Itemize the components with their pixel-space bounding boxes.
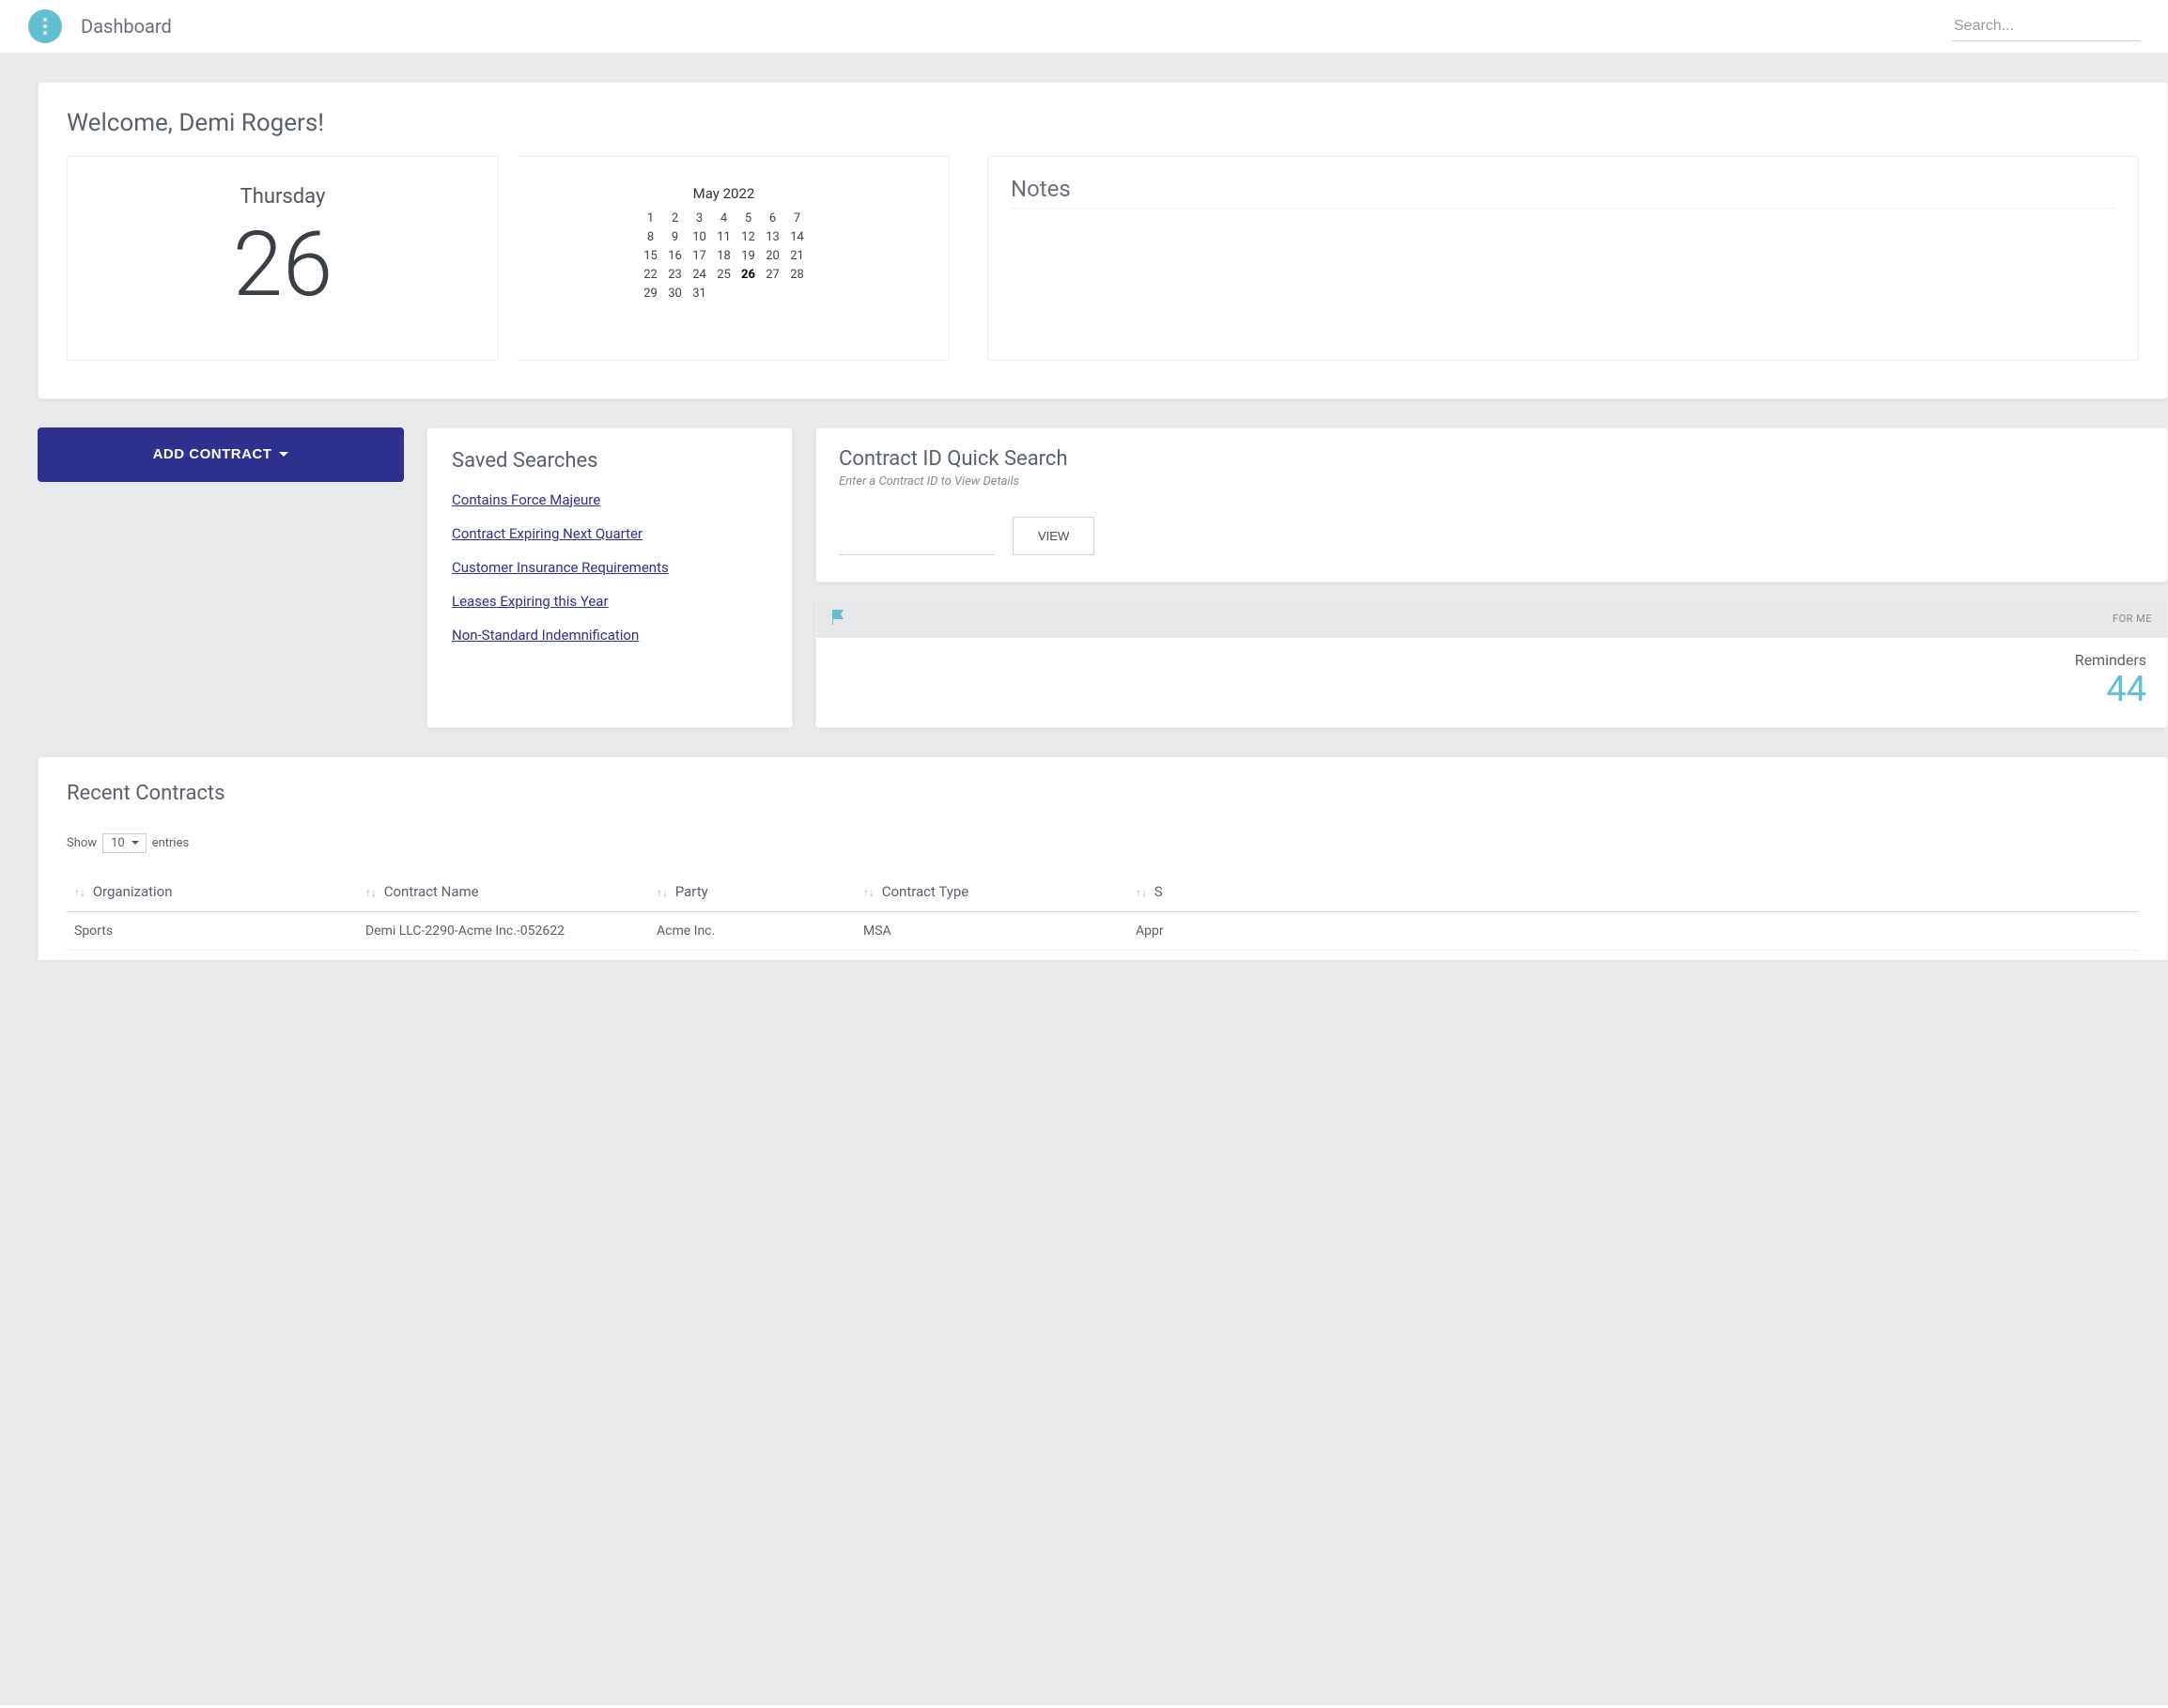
calendar-day[interactable]: 29 [641,287,661,301]
calendar-day[interactable]: 3 [689,211,710,225]
calendar-day[interactable]: 13 [763,230,783,244]
sort-icon: ↑↓ [1136,886,1147,899]
sort-icon: ↑↓ [657,886,668,899]
add-contract-button[interactable]: ADD CONTRACT [38,427,404,482]
table-cell: Demi LLC-2290-Acme Inc.-052622 [358,911,649,950]
table-header[interactable]: ↑↓ Party [649,872,856,912]
calendar-day[interactable]: 12 [738,230,759,244]
calendar-day[interactable]: 19 [738,249,759,263]
reminders-for-me-label: FOR ME [2113,613,2152,625]
quick-search-card: Contract ID Quick Search Enter a Contrac… [815,427,2168,582]
calendar-day[interactable]: 5 [738,211,759,225]
calendar-day[interactable]: 17 [689,249,710,263]
welcome-greeting: Welcome, Demi Rogers! [67,109,2139,137]
calendar-day[interactable]: 9 [665,230,686,244]
today-panel: Thursday 26 [67,156,499,361]
search-input[interactable] [1952,12,2140,41]
calendar-day[interactable]: 23 [665,268,686,282]
saved-searches-title: Saved Searches [452,449,767,473]
saved-search-link[interactable]: Customer Insurance Requirements [452,559,767,576]
saved-search-link[interactable]: Leases Expiring this Year [452,593,767,610]
notes-title: Notes [1011,176,2115,209]
table-header[interactable]: ↑↓ S [1128,872,2139,912]
calendar-panel: May 2022 1234567891011121314151617181920… [518,156,950,361]
calendar-day[interactable]: 10 [689,230,710,244]
table-cell: Acme Inc. [649,911,856,950]
more-vertical-icon[interactable] [28,9,62,43]
page-size-select[interactable]: 10 [102,833,147,853]
calendar-day[interactable]: 2 [665,211,686,225]
calendar-day[interactable]: 30 [665,287,686,301]
calendar-day[interactable]: 31 [689,287,710,301]
calendar-day[interactable]: 21 [787,249,808,263]
calendar-day[interactable]: 11 [714,230,735,244]
calendar-month-label: May 2022 [527,185,921,202]
table-row[interactable]: SportsDemi LLC-2290-Acme Inc.-052622Acme… [67,911,2139,950]
calendar-day[interactable]: 22 [641,268,661,282]
table-header[interactable]: ↑↓ Contract Name [358,872,649,912]
today-day-name: Thursday [77,185,488,209]
calendar-day[interactable]: 26 [738,268,759,282]
flag-icon [831,610,844,629]
reminders-count: 44 [837,669,2146,710]
table-header[interactable]: ↑↓ Organization [67,872,358,912]
sort-icon: ↑↓ [863,886,875,899]
saved-searches-list: Contains Force Majeure Contract Expiring … [452,491,767,644]
caret-down-icon [279,452,288,457]
view-button[interactable]: VIEW [1013,517,1094,555]
saved-search-link[interactable]: Contract Expiring Next Quarter [452,525,767,542]
saved-search-link[interactable]: Contains Force Majeure [452,491,767,508]
quick-search-title: Contract ID Quick Search [839,447,2145,471]
recent-contracts-table: ↑↓ Organization↑↓ Contract Name↑↓ Party↑… [67,872,2139,951]
show-label: Show [67,836,97,850]
calendar-day[interactable]: 6 [763,211,783,225]
table-cell: Appr [1128,911,2139,950]
calendar-day[interactable]: 28 [787,268,808,282]
table-cell: Sports [67,911,358,950]
calendar-day[interactable]: 20 [763,249,783,263]
today-day-number: 26 [77,218,488,313]
calendar-day[interactable]: 24 [689,268,710,282]
sort-icon: ↑↓ [365,886,377,899]
table-cell: MSA [856,911,1128,950]
sort-icon: ↑↓ [74,886,85,899]
welcome-card: Welcome, Demi Rogers! Thursday 26 May 20… [38,82,2168,399]
calendar-day[interactable]: 4 [714,211,735,225]
table-header[interactable]: ↑↓ Contract Type [856,872,1128,912]
calendar-day[interactable]: 8 [641,230,661,244]
reminders-card[interactable]: FOR ME Reminders 44 [815,599,2168,728]
calendar-day[interactable]: 25 [714,268,735,282]
calendar-day[interactable]: 14 [787,230,808,244]
page-title: Dashboard [81,15,1952,38]
calendar-day[interactable]: 18 [714,249,735,263]
saved-searches-card: Saved Searches Contains Force MajeureCon… [426,427,793,728]
recent-contracts-title: Recent Contracts [67,782,2139,805]
calendar-grid: 1234567891011121314151617181920212223242… [527,211,921,301]
saved-search-link[interactable]: Non-Standard Indemnification [452,627,767,644]
calendar-day[interactable]: 16 [665,249,686,263]
contract-id-input[interactable] [839,532,994,555]
notes-panel: Notes [987,156,2139,361]
entries-label: entries [152,836,190,850]
add-contract-label: ADD CONTRACT [153,446,272,462]
calendar-day[interactable]: 1 [641,211,661,225]
reminders-label: Reminders [837,651,2146,669]
quick-search-subtitle: Enter a Contract ID to View Details [839,474,2145,489]
calendar-day[interactable]: 7 [787,211,808,225]
calendar-day[interactable]: 15 [641,249,661,263]
calendar-day[interactable]: 27 [763,268,783,282]
recent-contracts-card: Recent Contracts Show 10 entries ↑↓ Orga… [38,756,2168,960]
